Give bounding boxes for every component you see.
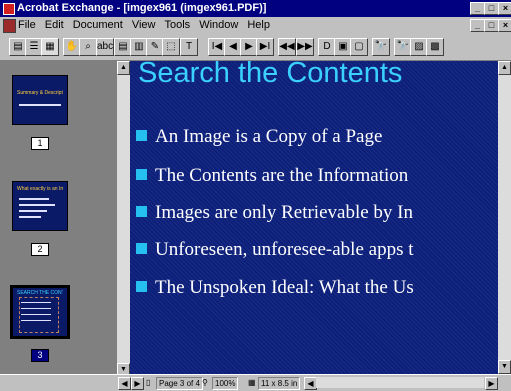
scroll-left-arrow-icon[interactable]: ◀ bbox=[118, 377, 131, 390]
menu-edit[interactable]: Edit bbox=[45, 18, 64, 33]
thumbnail-scrollbar[interactable]: ▲ ▼ bbox=[117, 61, 130, 377]
menu-file[interactable]: File bbox=[18, 18, 36, 33]
find-icon[interactable]: 🔭 bbox=[372, 38, 390, 56]
touchup-text-icon[interactable]: T bbox=[180, 38, 198, 56]
page-number-1[interactable]: 1 bbox=[31, 137, 49, 150]
thumbnail-title: SEARCH THE CONTENTS bbox=[17, 290, 63, 296]
thumbnail-line bbox=[19, 216, 41, 218]
thumbnail-line bbox=[21, 302, 51, 303]
scroll-right-arrow-icon[interactable]: ▶ bbox=[131, 377, 144, 390]
status-bar: ◀ ▶ ▯ Page 3 of 4 ⚲ 100% ▦ 11 x 8.5 in ◀… bbox=[0, 374, 511, 391]
doc-restore-button[interactable]: □ bbox=[484, 19, 499, 32]
bullet-square-icon bbox=[136, 206, 147, 217]
menu-bar: File Edit Document View Tools Window Hel… bbox=[0, 17, 511, 34]
title-bar: Acrobat Exchange - [imgex961 (imgex961.P… bbox=[0, 0, 511, 17]
go-forward-icon[interactable]: ▶▶ bbox=[296, 38, 314, 56]
doc-minimize-button[interactable]: _ bbox=[470, 19, 485, 32]
slide-bullet: Images are only Retrievable by In bbox=[136, 202, 413, 224]
slide-bullet: The Contents are the Information bbox=[136, 165, 408, 187]
thumbnail-title: Summary & Description bbox=[17, 90, 63, 96]
slide-bullet: An Image is a Copy of a Page bbox=[136, 126, 382, 148]
thumbnail-pane: Summary & Description 1 What exactly is … bbox=[0, 61, 117, 377]
next-hit-icon[interactable]: ▩ bbox=[426, 38, 444, 56]
crop-tool-icon[interactable]: ⬚ bbox=[162, 38, 180, 56]
document-icon[interactable] bbox=[3, 19, 16, 33]
page-size: 11 x 8.5 in bbox=[258, 377, 301, 390]
thumbnail-line bbox=[21, 308, 51, 309]
magnify-icon: ⚲ bbox=[202, 378, 208, 387]
go-back-icon[interactable]: ◀◀ bbox=[278, 38, 296, 56]
page-indicator[interactable]: Page 3 of 4 bbox=[156, 377, 203, 390]
scroll-up-arrow-icon[interactable]: ▲ bbox=[117, 61, 130, 75]
last-page-icon[interactable]: ▶I bbox=[256, 38, 274, 56]
thumbnail-page-3[interactable]: SEARCH THE CONTENTS bbox=[10, 285, 70, 339]
thumbnail-page-2[interactable]: What exactly is an Image in a file? bbox=[12, 181, 68, 231]
page-size-icon: ▦ bbox=[248, 378, 256, 387]
bullet-square-icon bbox=[136, 243, 147, 254]
fit-width-icon[interactable]: ▢ bbox=[350, 38, 368, 56]
scroll-down-arrow-icon[interactable]: ▼ bbox=[498, 360, 511, 374]
thumbnails-view-icon[interactable]: ▦ bbox=[41, 38, 59, 56]
scroll-up-arrow-icon[interactable]: ▲ bbox=[498, 61, 511, 75]
zoom-tool-icon[interactable]: ⌕ bbox=[79, 38, 97, 56]
maximize-button[interactable]: □ bbox=[484, 2, 499, 15]
thumbnail-title: What exactly is an Image in a file? bbox=[17, 186, 63, 192]
bullet-square-icon bbox=[136, 169, 147, 180]
close-button[interactable]: × bbox=[498, 2, 511, 15]
slide-title: Search the Contents bbox=[138, 61, 403, 89]
slide-bullet: The Unspoken Ideal: What the Us bbox=[136, 277, 414, 299]
thumbnail-line bbox=[21, 320, 51, 321]
minimize-button[interactable]: _ bbox=[470, 2, 485, 15]
thumbnail-line bbox=[19, 198, 49, 200]
thumbnail-line bbox=[19, 104, 61, 106]
page-number-2[interactable]: 2 bbox=[31, 243, 49, 256]
hscroll-right-arrow-icon[interactable]: ▶ bbox=[485, 377, 498, 390]
thumbnail-line bbox=[19, 210, 47, 212]
doc-close-button[interactable]: × bbox=[498, 19, 511, 32]
text-select-tool-icon[interactable]: abc bbox=[96, 38, 114, 56]
page-number-3[interactable]: 3 bbox=[31, 349, 49, 362]
thumbnail-line bbox=[19, 204, 55, 206]
bullet-square-icon bbox=[136, 130, 147, 141]
menu-help[interactable]: Help bbox=[247, 18, 270, 33]
slide-bullet: Unforeseen, unforesee-able apps t bbox=[136, 239, 414, 261]
menu-document[interactable]: Document bbox=[73, 18, 123, 33]
menu-view[interactable]: View bbox=[132, 18, 156, 33]
thumbnail-line bbox=[21, 314, 51, 315]
menu-tools[interactable]: Tools bbox=[165, 18, 191, 33]
toolbar: ▤ ☰ ▦ ✋ ⌕ abc ▤ ▥ ✎ ⬚ T I◀ ◀ ▶ ▶I ◀◀ ▶▶ D ▣ ▢ 🔭 🔭 ▨ ▩ bbox=[0, 34, 511, 61]
bullet-square-icon bbox=[136, 281, 147, 292]
menu-window[interactable]: Window bbox=[199, 18, 238, 33]
thumbnail-page-1[interactable]: Summary & Description bbox=[12, 75, 68, 125]
document-view[interactable]: Search the Contents An Image is a Copy o… bbox=[130, 61, 498, 374]
zoom-level[interactable]: 100% bbox=[212, 377, 239, 390]
horizontal-scroll-track[interactable] bbox=[316, 377, 484, 388]
page-icon: ▯ bbox=[146, 378, 151, 387]
acrobat-app-icon[interactable] bbox=[3, 3, 15, 15]
document-vertical-scrollbar[interactable]: ▲ ▼ bbox=[498, 61, 511, 374]
window-title: Acrobat Exchange - [imgex961 (imgex961.P… bbox=[17, 2, 267, 14]
